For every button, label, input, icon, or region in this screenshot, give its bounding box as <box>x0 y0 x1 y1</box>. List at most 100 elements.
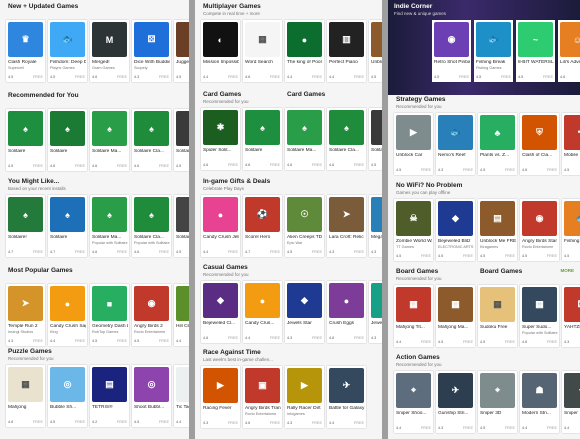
section-title[interactable]: Strategy Games <box>396 96 446 103</box>
app-card[interactable]: ▤ Unblock Me FREE Kiragames 4.5 FREE <box>478 199 517 261</box>
section-title[interactable]: Card Games <box>203 91 241 98</box>
app-card[interactable]: ☗ Modern Stri... 4.4 FREE <box>520 371 559 433</box>
app-card[interactable]: 🐟Fishing Paradise4.5FREE <box>562 199 580 261</box>
app-card[interactable]: ● Crush Eggs 4.6 FREE <box>327 281 366 343</box>
app-card[interactable]: ▥ Perfect Piano 4.4 FREE <box>327 20 366 82</box>
app-card[interactable]: ◆ Jewels Star 4.3 FREE <box>285 281 324 343</box>
section-title[interactable]: No WiFi? No Problem <box>396 182 462 189</box>
app-card[interactable]: ◉ Retro Shot Pinball 4.5 FREE <box>432 20 471 82</box>
app-card[interactable]: ⚄YAHTZEE4.3FREE <box>562 285 580 347</box>
section-title[interactable]: Puzzle Games <box>8 348 52 355</box>
app-card[interactable]: ~8-BIT WATERSLIDE 4.5 FREE <box>516 20 555 82</box>
app-card[interactable]: ➤ Lara Croft: Relic Run 4.3 FREE <box>327 195 366 257</box>
app-card[interactable]: ✈ Battle for Galaxy 4.4 FREE <box>327 366 366 428</box>
app-card[interactable]: ➤ Temple Run 2 Imangi Studios 4.3 FREE <box>6 284 45 346</box>
app-rating: 4.4 <box>287 75 293 79</box>
app-card[interactable]: ◎ Shoot Bubbl... 4.5 FREE <box>132 365 171 427</box>
app-card[interactable]: ♠ Solitaire Cla... 4.6 FREE <box>327 108 366 170</box>
section-title[interactable]: Action Games <box>396 354 440 361</box>
app-card[interactable]: ■ Geometry Dash LiteRobTop Games 4.5 FREE <box>90 284 129 346</box>
app-card[interactable]: ▶Hill Climb Racing4.4FREE <box>174 284 189 346</box>
app-card[interactable]: ☉ Alien Creeps TD Epic War 4.5 FREE <box>285 195 324 257</box>
app-card[interactable]: ♠ Solitaire Ma... 4.6 FREE <box>90 109 129 171</box>
app-card[interactable]: ♠ Solitaire Cla... Popular with Solitaire … <box>132 195 171 257</box>
app-card[interactable]: ◉ Angry Birds 2 Rovio Entertainme 4.5 FREE <box>132 284 171 346</box>
app-price: FREE <box>311 421 322 425</box>
app-card[interactable]: ● Candy Crus... 4.4 FREE <box>243 281 282 343</box>
section-subtitle: Recommended for you <box>203 272 249 277</box>
app-card[interactable]: ◐ Mission Impossible 4.4 FREE <box>201 20 240 82</box>
section-title[interactable]: Race Against Time <box>203 349 261 356</box>
app-card[interactable]: ♠ Solitaire Ma... 4.6 FREE <box>285 108 324 170</box>
app-card[interactable]: ⚄ Dice With Buddies™Scopely 4.3 FREE <box>132 20 171 82</box>
app-card[interactable]: 🐟 Fishing Break Fishing Games 4.5 FREE <box>474 20 513 82</box>
app-card[interactable]: ♠Solitaire4.5FREE <box>174 195 189 257</box>
app-card[interactable]: ♠ Solitaire! 4.7 FREE <box>6 195 45 257</box>
app-card[interactable]: ▦ Super Sudo...Popular with Solitaire use… <box>520 285 559 347</box>
app-card[interactable]: ● Candy Crush SagaKing 4.4 FREE <box>48 284 87 346</box>
app-card[interactable]: ♠ Solitaire 4.6 FREE <box>243 108 282 170</box>
app-card[interactable]: ☺Lili's Adventure4.6FREE <box>558 20 580 82</box>
app-card[interactable]: ⌖Sniper4.4FREE <box>562 371 580 433</box>
app-card[interactable]: ♛ Clash Royale Supercell 4.5 FREE <box>6 20 45 82</box>
app-card[interactable]: 🐟 Nemo's Reef 4.3 FREE <box>436 113 475 175</box>
app-card[interactable]: ▶ Rally Racer Dirt Infogames 4.3 FREE <box>285 366 324 428</box>
app-card[interactable]: ✈ Gunship Stri... 4.3 FREE <box>436 371 475 433</box>
app-price: FREE <box>116 75 127 79</box>
app-card[interactable]: ▦ Mahjong 4.6 FREE <box>6 365 45 427</box>
app-card[interactable]: ● Candy Crush Jelly Saga 4.4 FREE <box>201 195 240 257</box>
app-card[interactable]: ⌖ Sniper Shoo... 4.4 FREE <box>394 371 433 433</box>
section-title[interactable]: Casual Games <box>203 264 248 271</box>
app-card[interactable]: ⌖ Sniper 3D 4.5 FREE <box>478 371 517 433</box>
app-card[interactable]: ▦ Sudoku Free 4.5 FREE <box>478 285 517 347</box>
app-card[interactable]: #Tic Tac Toe4.4FREE <box>174 365 189 427</box>
app-card[interactable]: ♠Solitaire4.5FREE <box>369 108 382 170</box>
app-card[interactable]: ✱ Spider Solit... 4.6 FREE <box>201 108 240 170</box>
app-card[interactable]: ▤Unblock Me4.5FREE <box>369 20 382 82</box>
app-card[interactable]: ☠ Zombie World War TT Games 4.5 FREE <box>394 199 433 261</box>
section-title-secondary[interactable]: Card Games <box>287 91 325 98</box>
app-card[interactable]: ▤ TETRIS® 4.2 FREE <box>90 365 129 427</box>
app-card[interactable]: ▦ Word Search 4.6 FREE <box>243 20 282 82</box>
app-card[interactable]: ▶ Racing Fever 4.3 FREE <box>201 366 240 428</box>
app-card[interactable]: ♠Solitaire4.5FREE <box>6 109 45 171</box>
section-title[interactable]: Board Games <box>396 268 438 275</box>
app-title: Candy Crush Saga <box>50 324 86 329</box>
app-card[interactable]: ♠ Solitaire Cla... 4.6 FREE <box>132 109 171 171</box>
app-card[interactable]: M Merged! Gram Games 4.6 FREE <box>90 20 129 82</box>
app-rating: 4.3 <box>287 336 293 340</box>
app-card[interactable]: ▲Megapolis4.3FREE <box>369 195 382 257</box>
section-title[interactable]: In-game Gifts & Deals <box>203 178 270 185</box>
section-title[interactable]: You Might Like... <box>8 178 59 185</box>
app-card[interactable]: ⚔Juggernaut Wars4.5FREE <box>174 20 189 82</box>
app-developer: Scopely <box>134 66 148 70</box>
pinball-icon: ◉ <box>434 22 469 57</box>
app-card[interactable]: ▶ Unblock Car 4.5 FREE <box>394 113 433 175</box>
app-card[interactable]: ⛨ Clash of Cla... 4.6 FREE <box>520 113 559 175</box>
app-card[interactable]: ♣ Plants vs. Z... 4.5 FREE <box>478 113 517 175</box>
app-card[interactable]: ▣ Angry Birds TransformersRovio Entertain… <box>243 366 282 428</box>
app-card[interactable]: ⚽ Scorel Hero 4.7 FREE <box>243 195 282 257</box>
app-card[interactable]: ● The king of Pool billiards 4.4 FREE <box>285 20 324 82</box>
app-row: ♛ Clash Royale Supercell 4.5 FREE 🐟 Fishdom: D… <box>6 20 189 82</box>
app-card[interactable]: ♠ Solitaire 4.6 FREE <box>48 109 87 171</box>
app-card[interactable]: ◎ Bubble Sh... 4.5 FREE <box>48 365 87 427</box>
app-card[interactable]: ◆ Bejeweled Blitz ELECTRONIC ARTS 4.5 FREE <box>436 199 475 261</box>
app-card[interactable]: ▦ Mahjong Ma... 4.5 FREE <box>436 285 475 347</box>
app-card[interactable]: ◉ Angry Birds Star Wars IIRovio Entertain… <box>520 199 559 261</box>
app-price: FREE <box>504 340 515 344</box>
section-title[interactable]: Multiplayer Games <box>203 3 261 10</box>
section-title[interactable]: Recommended for You <box>8 92 79 99</box>
app-card[interactable]: ◆Jewel4.3FREE <box>369 281 382 343</box>
app-card[interactable]: ♠ Solitaire Ma...Popular with Solitaire u… <box>90 195 129 257</box>
section-title[interactable]: New + Updated Games <box>8 3 78 10</box>
app-card[interactable]: ♠ Solitaire 4.7 FREE <box>48 195 87 257</box>
app-card[interactable]: ◆ Bejeweled Cl... 4.6 FREE <box>201 281 240 343</box>
app-card[interactable]: ▦ Mahjong Tit... 4.4 FREE <box>394 285 433 347</box>
section-title-secondary[interactable]: Board Games <box>480 268 522 275</box>
app-card[interactable]: ✚Mobile4.5FREE <box>562 113 580 175</box>
app-card[interactable]: ♠Solitaire4.5FREE <box>174 109 189 171</box>
more-button[interactable]: MORE <box>561 268 575 273</box>
section-title[interactable]: Most Popular Games <box>8 267 73 274</box>
app-card[interactable]: 🐟 Fishdom: Deep DivePlayrix Games 4.5 FREE <box>48 20 87 82</box>
